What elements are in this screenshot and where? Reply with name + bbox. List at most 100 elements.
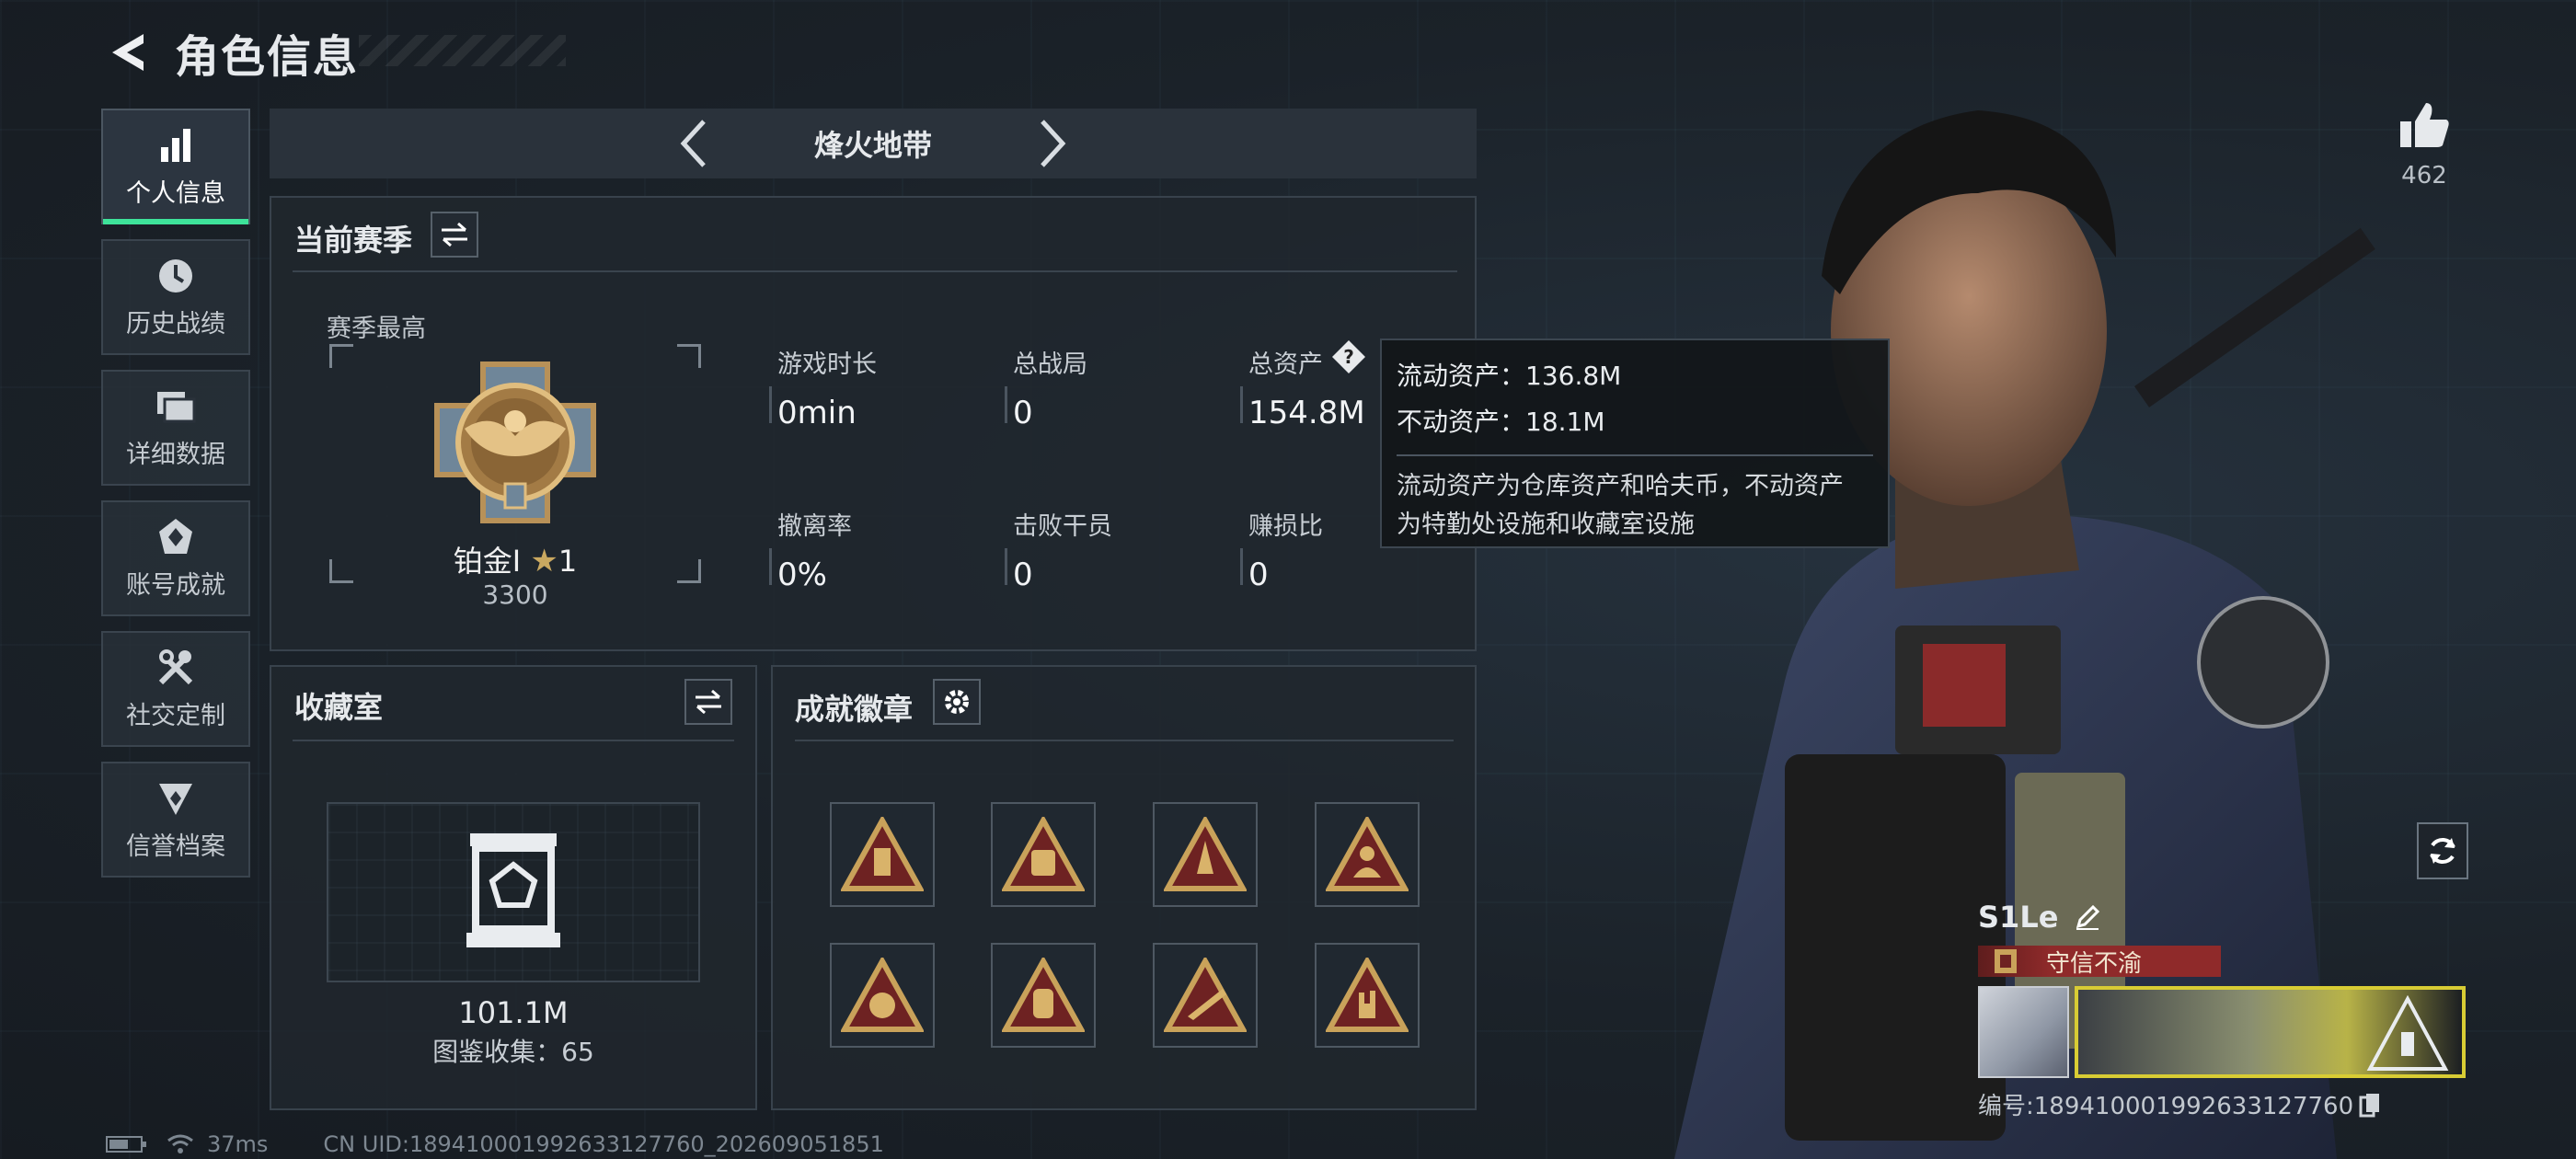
next-map-button[interactable]	[1025, 116, 1080, 171]
sidebar-item-detailed-data[interactable]: 详细数据	[101, 370, 250, 486]
ping-value: 37ms	[207, 1131, 269, 1157]
season-best-label: 赛季最高	[327, 315, 426, 343]
stat-separator	[1005, 548, 1007, 585]
tooltip-desc-line2: 为特勤处设施和收藏室设施	[1397, 511, 1695, 539]
badges-divider	[795, 740, 1454, 741]
assets-tooltip: 流动资产：136.8M 不动资产：18.1M 流动资产为仓库资产和哈夫币，不动资…	[1380, 339, 1890, 548]
sidebar-item-label: 详细数据	[126, 440, 225, 469]
copy-id-button[interactable]	[2359, 1092, 2381, 1118]
collection-switch-button[interactable]	[684, 679, 732, 725]
badges-title: 成就徽章	[795, 692, 914, 727]
badge-item[interactable]	[1315, 802, 1420, 907]
badge-item[interactable]	[1315, 943, 1420, 1048]
weapon-badge-icon	[1164, 958, 1247, 1032]
sidebar-item-personal-info[interactable]: 个人信息	[101, 109, 250, 224]
stat-separator	[1240, 386, 1243, 423]
rank-name: 铂金Ⅰ ★1	[329, 538, 701, 580]
rocket-badge-icon	[1164, 817, 1247, 891]
badge-item[interactable]	[830, 943, 935, 1048]
pencil-icon	[2076, 904, 2100, 930]
player-title-tag: 守信不渝	[1978, 946, 2221, 978]
stat-separator	[1005, 386, 1007, 423]
chevron-right-icon	[1041, 120, 1066, 167]
player-name-row: S1Le	[1978, 900, 2466, 935]
sidebar-item-social[interactable]: 社交定制	[101, 631, 250, 747]
gear-pack-badge-icon	[1002, 958, 1085, 1032]
player-title: 守信不渝	[2046, 949, 2143, 978]
season-title: 当前赛季	[294, 223, 413, 258]
svg-text:?: ?	[1343, 346, 1354, 368]
stat-value: 0min	[777, 395, 857, 431]
gear-icon	[945, 690, 969, 714]
swap-icon	[696, 689, 721, 715]
stat-separator	[769, 386, 772, 423]
rank-points: 3300	[482, 580, 548, 610]
stat-label: 总战局	[1013, 350, 1087, 379]
sidebar-item-reputation[interactable]: 信誉档案	[101, 762, 250, 878]
hand-sign-badge-icon	[1326, 958, 1409, 1032]
like-count: 462	[2401, 162, 2447, 189]
stat-play-time: 游戏时长 0min	[777, 344, 877, 431]
badge-item[interactable]	[991, 802, 1096, 907]
clock-history-icon	[154, 256, 198, 296]
player-id: 编号:18941000199263312776​0	[1978, 1093, 2354, 1120]
badge-item[interactable]	[830, 802, 935, 907]
stat-separator	[1240, 548, 1243, 585]
rank-stars: 1	[558, 544, 578, 579]
stat-profit-ratio: 赚损比 0	[1248, 506, 1323, 593]
achievement-icon	[154, 517, 198, 557]
footer-uid: CN UID:18941000199263312776​0_2026090518…	[323, 1131, 884, 1157]
map-selector: 烽火地带	[270, 109, 1477, 178]
collection-display[interactable]	[327, 802, 700, 982]
tooltip-desc-line1: 流动资产为仓库资产和哈夫币，不动资产	[1397, 472, 1844, 500]
avatar[interactable]	[1978, 986, 2070, 1078]
like-area[interactable]: 462	[2387, 101, 2461, 189]
stat-label: 撤离率	[777, 512, 852, 541]
title-emblem-icon	[1995, 949, 2017, 973]
player-card: S1Le 守信不渝 编号:18941000199263312776​0	[1978, 900, 2466, 1121]
sidebar-item-achievements[interactable]: 账号成就	[101, 500, 250, 616]
prev-map-button[interactable]	[666, 116, 721, 171]
player-id-row: 编号:18941000199263312776​0	[1978, 1087, 2466, 1121]
help-icon[interactable]: ?	[1330, 339, 1367, 375]
battery-icon	[106, 1136, 146, 1153]
rank-tier: 铂金Ⅰ	[453, 544, 522, 579]
star-icon: ★	[530, 543, 558, 580]
badge-item[interactable]	[1153, 802, 1258, 907]
player-name: S1Le	[1978, 900, 2059, 935]
stat-value: 154.8M	[1248, 395, 1365, 431]
badges-settings-button[interactable]	[933, 679, 981, 725]
bar-chart-icon	[154, 125, 198, 166]
stat-value: 0	[1013, 395, 1033, 431]
sidebar-item-label: 个人信息	[126, 178, 225, 208]
sidebar-item-label: 账号成就	[126, 570, 225, 600]
folders-icon	[154, 386, 198, 427]
stat-label: 赚损比	[1248, 512, 1323, 541]
badge-item[interactable]	[1153, 943, 1258, 1048]
player-cards-row	[1978, 986, 2466, 1078]
stat-value: 0	[1248, 557, 1269, 593]
rank-medal-icon	[434, 361, 596, 523]
stat-separator	[769, 548, 772, 585]
shield-badge-icon	[841, 958, 924, 1032]
sidebar-item-history[interactable]: 历史战绩	[101, 239, 250, 355]
page-title: 角色信息	[175, 31, 360, 83]
stat-label: 击败干员	[1013, 512, 1112, 541]
display-case-icon	[466, 833, 560, 947]
sidebar-item-label: 社交定制	[126, 701, 225, 730]
season-switch-button[interactable]	[431, 212, 478, 258]
tooltip-divider	[1397, 454, 1873, 456]
stat-value: 0%	[777, 557, 827, 593]
edit-name-button[interactable]	[2075, 904, 2100, 930]
medal-badge-icon	[841, 817, 924, 891]
collection-count: 图鉴收集：65	[432, 1037, 594, 1067]
refresh-model-button[interactable]	[2417, 822, 2468, 879]
sidebar-item-label: 信誉档案	[126, 832, 225, 861]
badge-item[interactable]	[991, 943, 1096, 1048]
back-button[interactable]	[101, 27, 153, 78]
copy-icon	[2359, 1093, 2380, 1117]
sidebar: 个人信息 历史战绩 详细数据 账号成就 社交定制 信誉档案	[101, 109, 250, 892]
tools-icon	[154, 648, 198, 688]
name-card-banner[interactable]	[2075, 986, 2466, 1078]
operator-badge-icon	[1326, 817, 1409, 891]
